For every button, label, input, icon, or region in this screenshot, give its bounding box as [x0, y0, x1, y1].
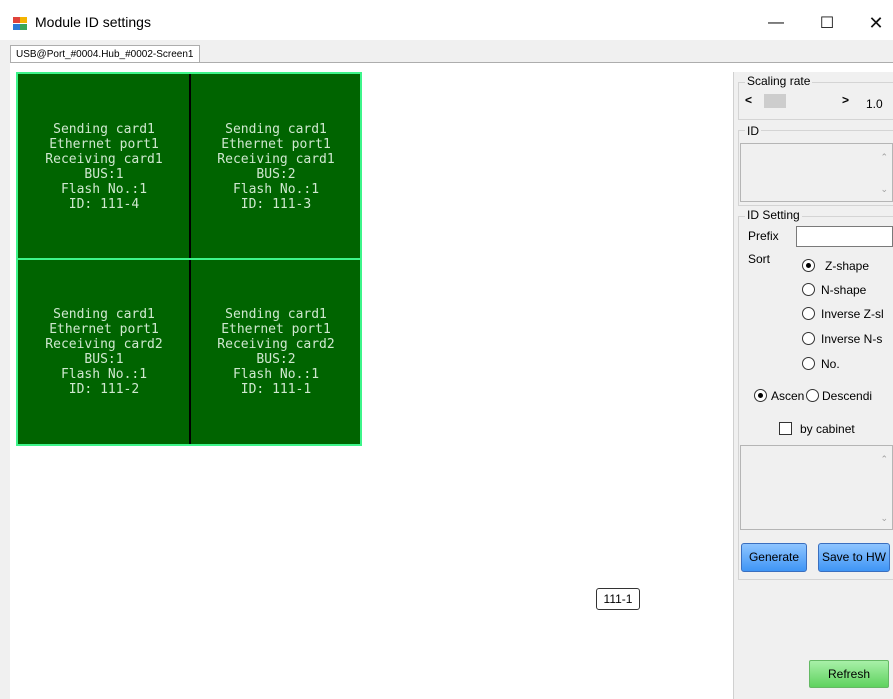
module-line: Ethernet port1 — [221, 321, 331, 337]
module-line: Flash No.:1 — [232, 366, 320, 382]
module-cell[interactable]: Sending card1 Ethernet port1 Receiving c… — [190, 74, 362, 259]
order-radio-descending[interactable] — [806, 389, 819, 402]
window-title: Module ID settings — [35, 14, 151, 30]
sort-radio-no[interactable] — [802, 357, 815, 370]
order-option-label: Descendi — [822, 389, 873, 403]
module-line: Ethernet port1 — [221, 136, 331, 152]
module-line: BUS:2 — [256, 351, 296, 367]
module-line: BUS:2 — [256, 166, 296, 182]
maximize-icon[interactable]: ☐ — [810, 8, 844, 38]
module-line: BUS:1 — [84, 166, 124, 182]
app-icon — [13, 17, 27, 30]
sort-label: Sort — [748, 252, 771, 266]
chevron-left-icon[interactable]: < — [745, 93, 752, 107]
id-textarea[interactable]: ⌃ ⌄ — [740, 143, 893, 202]
id-group-label: ID — [745, 124, 761, 138]
sort-radio-inverse-z[interactable] — [802, 307, 815, 320]
floating-id-label[interactable]: 111-1 — [596, 588, 640, 610]
refresh-button[interactable]: Refresh — [809, 660, 889, 688]
order-option-label: Ascen — [771, 389, 805, 403]
by-cabinet-checkbox[interactable] — [779, 422, 792, 435]
module-line: ID: 111-4 — [68, 196, 140, 212]
grid-divider — [18, 258, 360, 260]
module-cell[interactable]: Sending card1 Ethernet port1 Receiving c… — [190, 259, 362, 444]
sort-option-label: Inverse N-s — [821, 332, 883, 346]
scaling-rate-slider[interactable]: < > — [742, 92, 849, 110]
prefix-input[interactable] — [796, 226, 893, 247]
prefix-label: Prefix — [748, 229, 779, 243]
slider-thumb[interactable] — [764, 94, 786, 108]
module-line: Receiving card2 — [45, 336, 163, 352]
module-line: ID: 111-2 — [68, 381, 140, 397]
scroll-up-icon[interactable]: ⌃ — [880, 454, 888, 465]
module-line: Sending card1 — [225, 121, 327, 137]
sort-option-label: Inverse Z-sl — [821, 307, 884, 321]
module-line: BUS:1 — [84, 351, 124, 367]
module-line: Sending card1 — [53, 121, 155, 137]
sort-option-label: N-shape — [821, 283, 867, 297]
scaling-rate-value: 1.0 — [866, 97, 883, 111]
id-setting-label: ID Setting — [745, 208, 802, 222]
module-line: Flash No.:1 — [60, 181, 148, 197]
module-line: Ethernet port1 — [49, 321, 159, 337]
by-cabinet-label: by cabinet — [800, 422, 855, 436]
module-line: Receiving card2 — [217, 336, 335, 352]
module-line: ID: 111-1 — [240, 381, 312, 397]
module-line: ID: 111-3 — [240, 196, 312, 212]
module-grid: Sending card1 Ethernet port1 Receiving c… — [16, 72, 362, 446]
scaling-rate-label: Scaling rate — [745, 74, 813, 88]
sort-radio-z-shape[interactable] — [802, 259, 815, 272]
save-to-hw-button[interactable]: Save to HW — [818, 543, 890, 572]
module-line: Flash No.:1 — [60, 366, 148, 382]
sort-option-label: Z-shape — [825, 259, 870, 273]
minimize-icon[interactable]: — — [759, 8, 793, 38]
module-line: Sending card1 — [53, 306, 155, 322]
tab-screen1[interactable]: USB@Port_#0004.Hub_#0002-Screen1 — [10, 45, 200, 63]
module-line: Ethernet port1 — [49, 136, 159, 152]
sort-radio-n-shape[interactable] — [802, 283, 815, 296]
chevron-right-icon[interactable]: > — [842, 93, 849, 107]
close-icon[interactable]: ✕ — [859, 8, 893, 38]
module-cell[interactable]: Sending card1 Ethernet port1 Receiving c… — [18, 259, 190, 444]
sort-option-label: No. — [821, 357, 840, 371]
module-line: Receiving card1 — [217, 151, 335, 167]
generate-button[interactable]: Generate — [741, 543, 807, 572]
scroll-down-icon[interactable]: ⌄ — [880, 184, 888, 195]
module-line: Flash No.:1 — [232, 181, 320, 197]
module-line: Receiving card1 — [45, 151, 163, 167]
result-textarea[interactable]: ⌃ ⌄ — [740, 445, 893, 530]
order-radio-ascending[interactable] — [754, 389, 767, 402]
sort-radio-inverse-n[interactable] — [802, 332, 815, 345]
title-bar: Module ID settings — ☐ ✕ — [0, 0, 893, 40]
scroll-down-icon[interactable]: ⌄ — [880, 513, 888, 524]
module-line: Sending card1 — [225, 306, 327, 322]
scroll-up-icon[interactable]: ⌃ — [880, 152, 888, 163]
module-cell[interactable]: Sending card1 Ethernet port1 Receiving c… — [18, 74, 190, 259]
